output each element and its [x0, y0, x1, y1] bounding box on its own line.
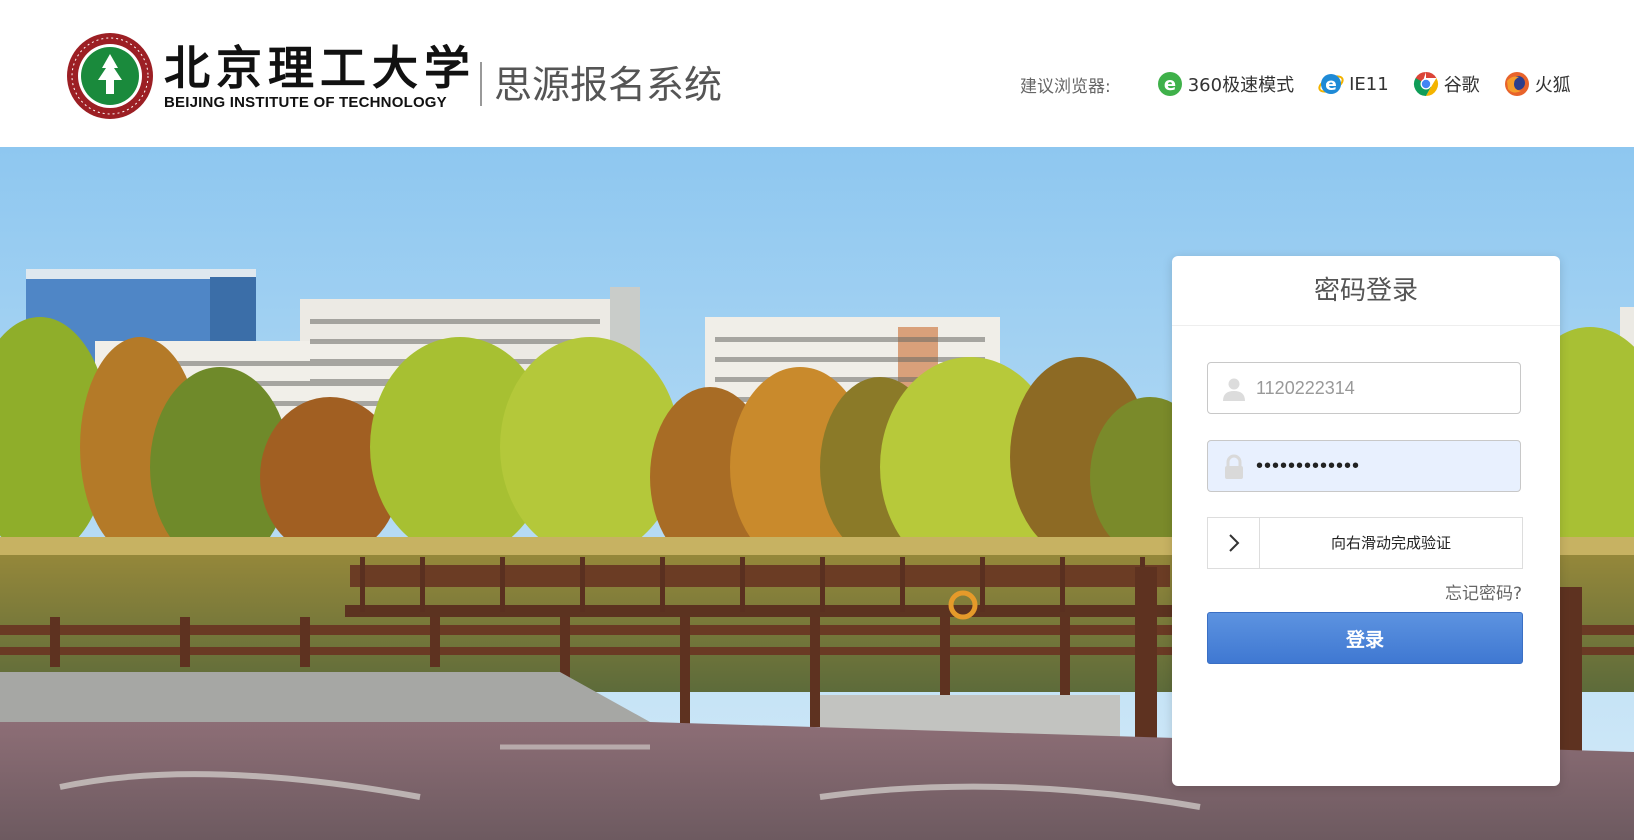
browser-ie[interactable]: e IE11 [1318, 71, 1389, 97]
header-divider [480, 62, 482, 106]
username-field[interactable] [1207, 362, 1521, 414]
slider-handle[interactable] [1208, 518, 1260, 568]
360-browser-icon: e [1157, 72, 1182, 96]
university-logo [66, 32, 154, 120]
password-input[interactable] [1256, 441, 1511, 491]
browser-name: 火狐 [1534, 75, 1571, 96]
slider-hint: 向右滑动完成验证 [1330, 534, 1451, 552]
firefox-icon [1504, 72, 1529, 96]
svg-text:e: e [1164, 74, 1176, 95]
lock-icon [1225, 454, 1243, 479]
chevron-right-icon [1228, 534, 1239, 552]
username-input[interactable] [1256, 363, 1511, 413]
browser-name: 360极速模式 [1187, 75, 1295, 96]
login-panel-header: 密码登录 [1172, 256, 1560, 326]
forgot-password-link[interactable]: 忘记密码? [1445, 579, 1522, 604]
browser-chrome[interactable]: 谷歌 [1413, 71, 1480, 97]
login-panel: 密码登录 向右滑动完成验证 忘记密码? 登录 [1172, 256, 1560, 786]
system-title: 思源报名系统 [494, 63, 723, 107]
browser-firefox[interactable]: 火狐 [1504, 71, 1571, 97]
browser-name: 谷歌 [1443, 75, 1480, 96]
password-field[interactable] [1207, 440, 1521, 492]
university-name-en: BEIJING INSTITUTE OF TECHNOLOGY [164, 94, 447, 111]
login-title: 密码登录 [1313, 276, 1418, 306]
page-header: 北京理工大学 BEIJING INSTITUTE OF TECHNOLOGY 思… [0, 0, 1634, 147]
university-name-cn: 北京理工大学 [164, 41, 476, 95]
user-icon [1223, 378, 1245, 401]
browsers-label: 建议浏览器: [1020, 76, 1111, 97]
browser-name: IE11 [1349, 73, 1389, 95]
login-button[interactable]: 登录 [1207, 612, 1523, 664]
ie-icon: e [1318, 74, 1344, 95]
chrome-icon [1413, 72, 1438, 96]
slide-captcha[interactable]: 向右滑动完成验证 [1207, 517, 1523, 569]
recommended-browsers: 建议浏览器: e 360极速模式 e IE11 谷歌 火狐 [1020, 68, 1571, 100]
browser-360[interactable]: e 360极速模式 [1157, 71, 1294, 97]
svg-text:e: e [1325, 75, 1337, 95]
